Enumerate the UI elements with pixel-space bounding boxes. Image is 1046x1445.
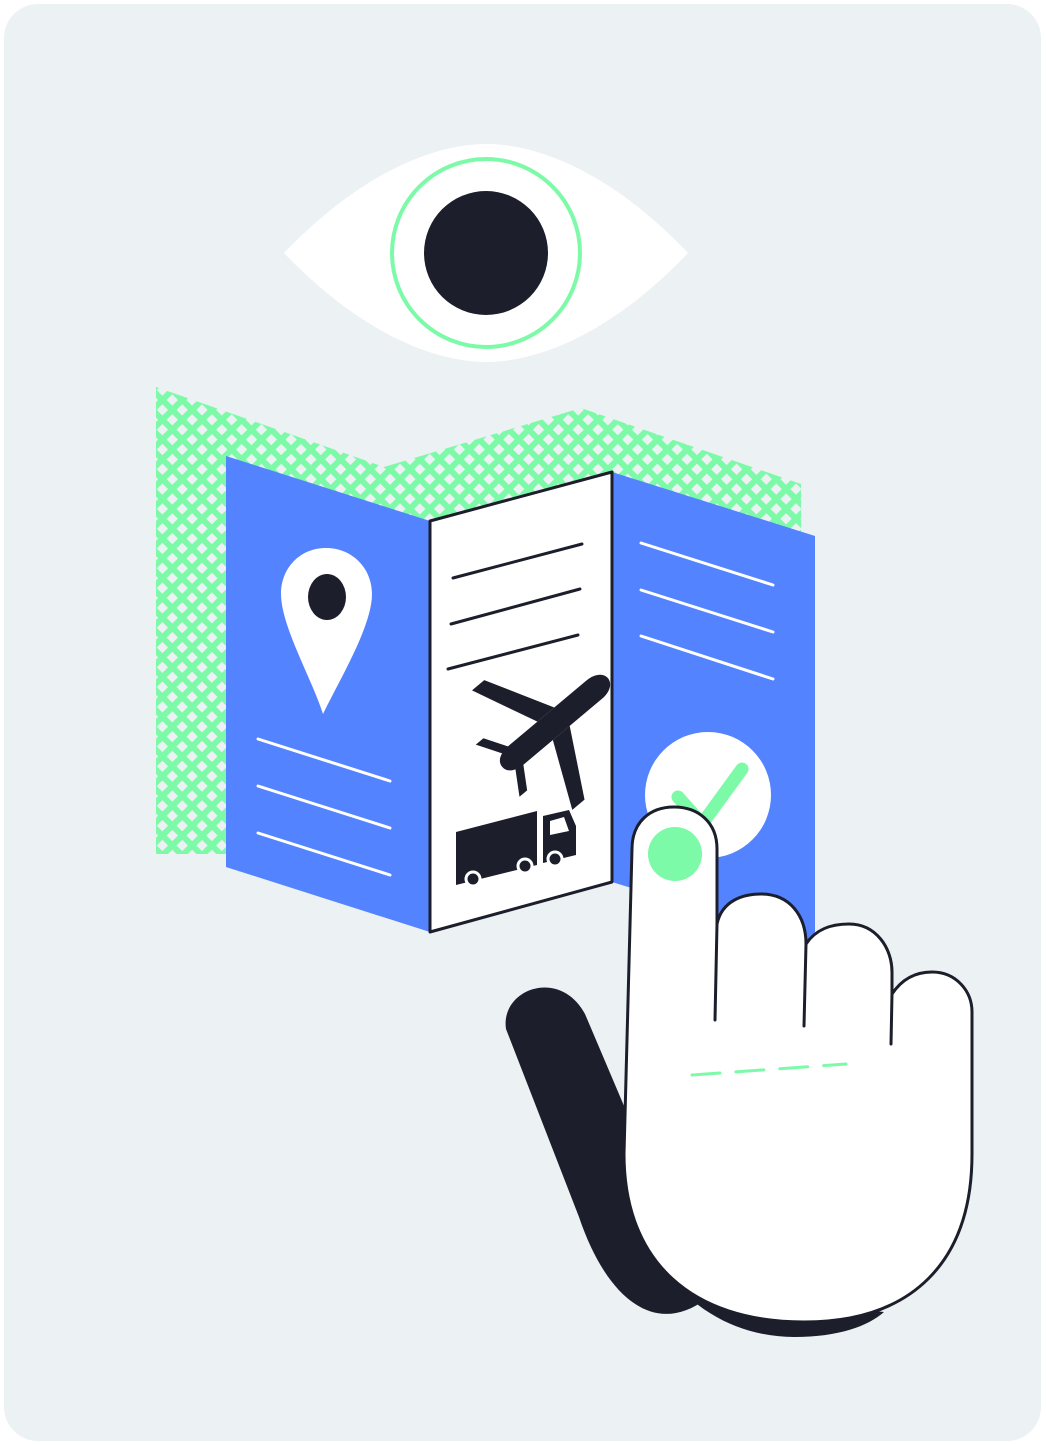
illustration-card [4,4,1041,1441]
travel-map-illustration [4,4,1041,1441]
fingertip-dot [648,827,702,881]
